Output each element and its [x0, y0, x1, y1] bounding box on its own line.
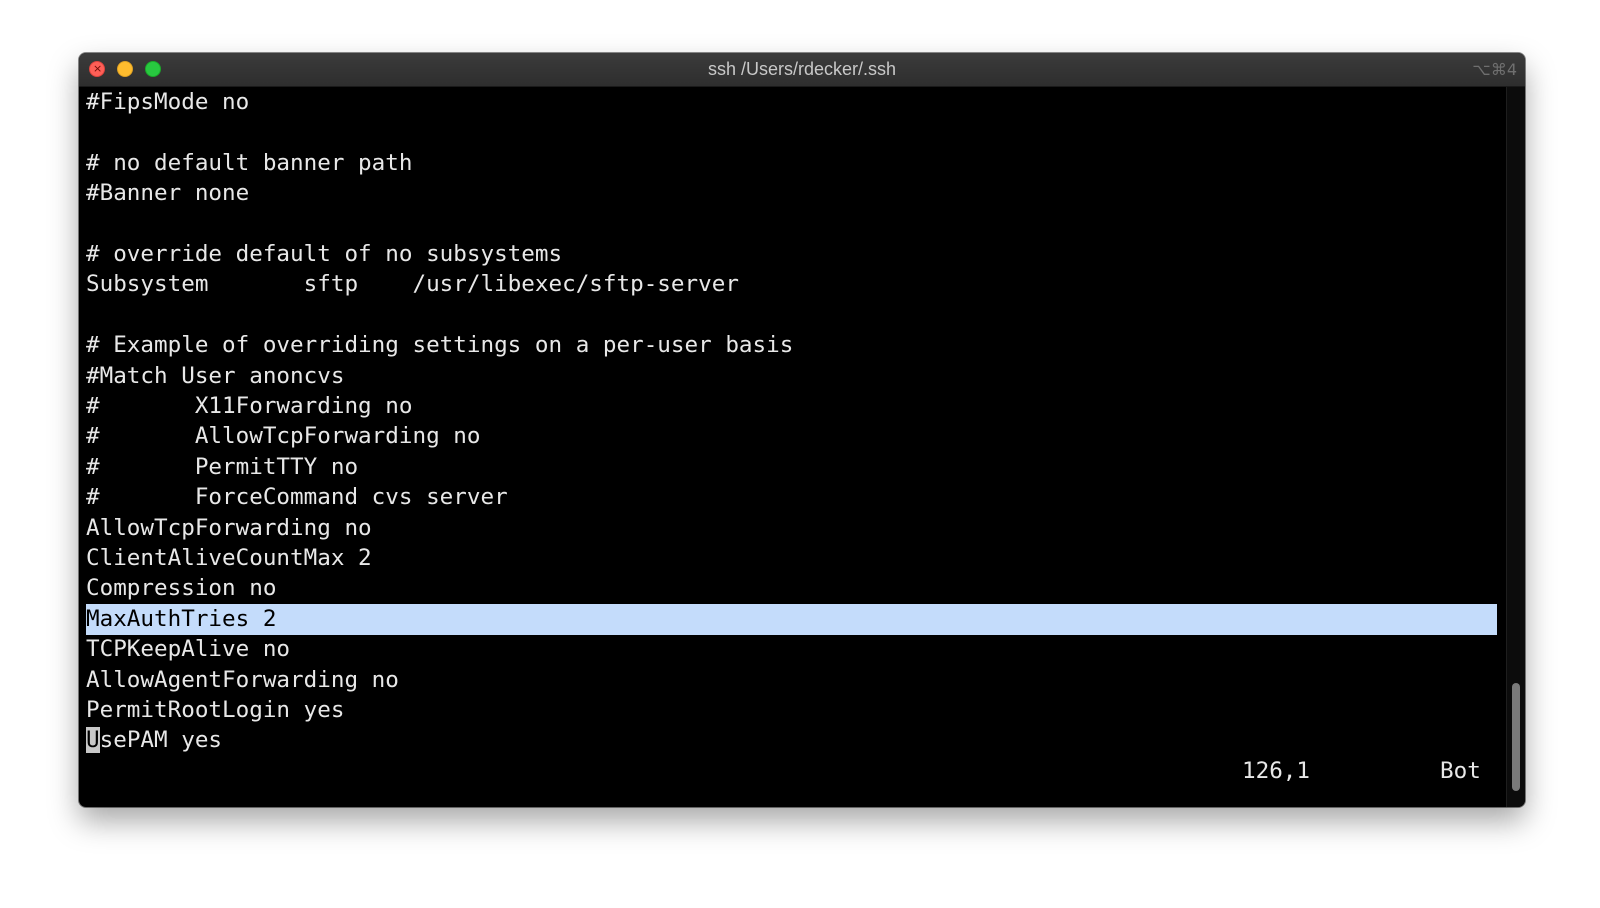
- config-line: PermitRootLogin yes: [86, 697, 345, 723]
- scrollbar-track[interactable]: [1506, 87, 1525, 807]
- text-cursor: U: [86, 727, 100, 754]
- zoom-button[interactable]: [145, 61, 161, 77]
- config-line: #FipsMode no: [86, 89, 250, 115]
- config-line: Subsystem sftp /usr/libexec/sftp-server: [86, 271, 739, 298]
- config-line: #Banner none: [86, 180, 250, 207]
- scroll-indicator: Bot: [1440, 757, 1481, 784]
- cursor-line: UsePAM yes: [86, 725, 222, 756]
- scrollbar-thumb[interactable]: [1512, 683, 1520, 791]
- line-highlight: [86, 603, 1497, 635]
- terminal-window: ssh /Users/rdecker/.ssh × ⌥⌘4 #FipsMode …: [79, 53, 1525, 807]
- highlighted-config-line: MaxAuthTries 2: [86, 605, 277, 632]
- config-line: ClientAliveCountMax 2: [86, 545, 372, 571]
- config-line: # ForceCommand cvs server: [86, 484, 508, 511]
- config-line: # override default of no subsystems: [86, 241, 563, 267]
- cursor-line-rest: sePAM yes: [99, 727, 223, 754]
- config-line: Compression no: [86, 575, 277, 602]
- window-title: ssh /Users/rdecker/.ssh: [707, 59, 897, 79]
- close-icon: ×: [93, 62, 103, 75]
- config-line: # Example of overriding settings on a pe…: [86, 332, 794, 359]
- config-line: AllowTcpForwarding no: [86, 514, 372, 541]
- tab-shortcut-label: ⌥⌘4: [1472, 60, 1517, 79]
- title-bar[interactable]: ssh /Users/rdecker/.ssh × ⌥⌘4: [79, 53, 1525, 87]
- config-line: TCPKeepAlive no: [86, 636, 291, 663]
- cursor-position: 126,1: [1242, 757, 1311, 784]
- config-line: # PermitTTY no: [86, 453, 359, 480]
- config-line: #Match User anoncvs: [86, 362, 345, 389]
- close-button[interactable]: ×: [89, 61, 105, 77]
- minimize-button[interactable]: [117, 61, 133, 77]
- config-line: # AllowTcpForwarding no: [86, 423, 481, 450]
- terminal-content[interactable]: #FipsMode no # no default banner path #B…: [79, 87, 1525, 807]
- config-line: # no default banner path: [86, 149, 413, 176]
- config-line: AllowAgentForwarding no: [86, 666, 399, 693]
- config-line: # X11Forwarding no: [86, 393, 413, 419]
